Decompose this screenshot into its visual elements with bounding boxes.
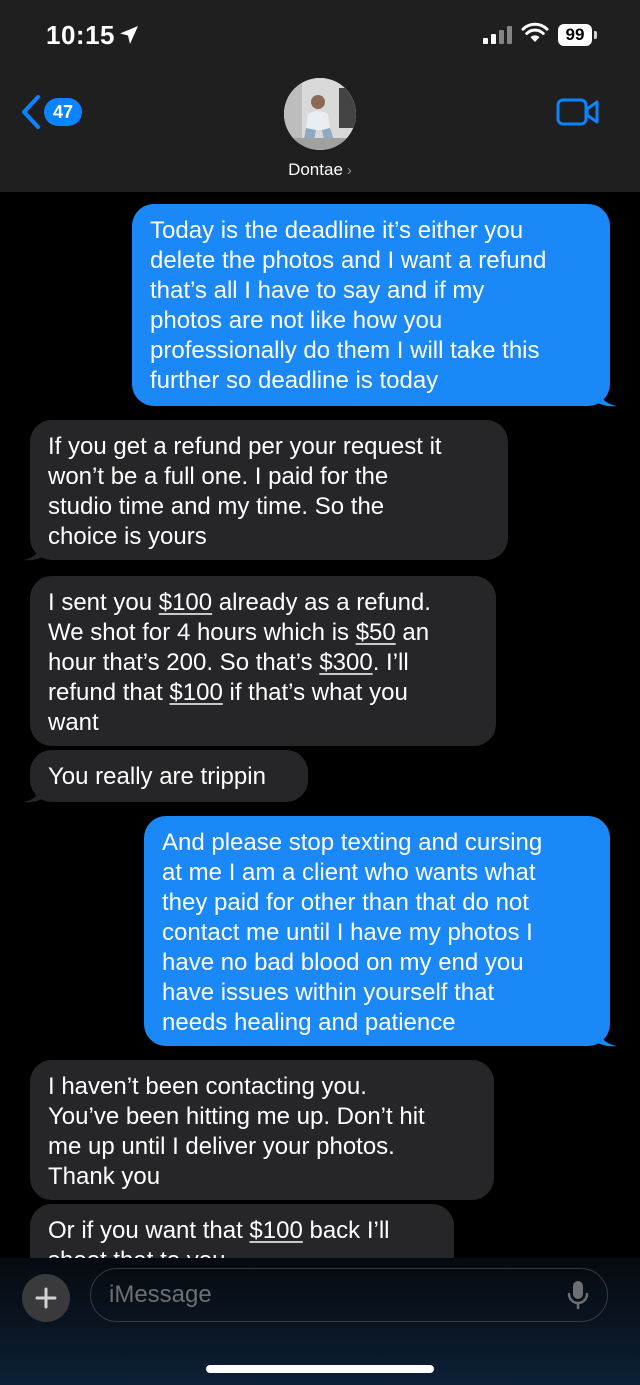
battery-icon: 99 — [558, 24, 597, 46]
bubble-tail — [23, 784, 44, 803]
status-time: 10:15 — [46, 20, 115, 50]
apps-plus-button[interactable] — [22, 1274, 70, 1322]
money-amount-link[interactable]: $100 — [169, 679, 222, 706]
message-line: And please stop texting and cursing — [162, 829, 543, 856]
bubble-tail — [596, 1028, 617, 1047]
message-line: professionally do them I will take this — [150, 337, 540, 364]
bubble-tail — [596, 388, 617, 407]
message-line: We shot for 4 hours which is $50 an — [48, 619, 430, 646]
video-camera-icon[interactable] — [556, 98, 600, 126]
message-line: Thank you — [48, 1163, 161, 1190]
message-line: You really are trippin — [48, 763, 266, 790]
back-chevron-icon — [22, 95, 40, 129]
message-line: that’s all I have to say and if my — [150, 277, 485, 304]
avatar[interactable] — [284, 78, 356, 150]
unread-count-badge: 47 — [44, 98, 82, 126]
location-arrow-icon — [120, 26, 138, 44]
message-line: You’ve been hitting me up. Don’t hit — [48, 1103, 425, 1130]
message-line: choice is yours — [48, 523, 207, 550]
money-amount-link[interactable]: $100 — [159, 589, 212, 616]
home-indicator[interactable] — [206, 1365, 434, 1373]
avatar-photo — [284, 78, 356, 150]
message-input[interactable] — [90, 1268, 608, 1322]
bubble-tail — [23, 542, 44, 561]
message-line: hour that’s 200. So that’s $300. I’ll — [48, 649, 409, 676]
message-line: want — [48, 709, 99, 736]
conversation-header: 10:15 99 47 Dontae › — [0, 0, 640, 192]
contact-name: Dontae — [288, 160, 343, 179]
money-amount-link[interactable]: $100 — [249, 1217, 302, 1244]
message-bubble-outgoing[interactable]: And please stop texting and cursing at m… — [144, 816, 610, 1046]
message-line: studio time and my time. So the — [48, 493, 385, 520]
message-line: delete the photos and I want a refund — [150, 247, 547, 274]
money-amount-link[interactable]: $50 — [356, 619, 396, 646]
wifi-icon — [521, 22, 549, 42]
message-list[interactable]: Today is the deadline it’s either you de… — [0, 192, 640, 1258]
message-line: refund that $100 if that’s what you — [48, 679, 408, 706]
microphone-icon[interactable] — [566, 1280, 590, 1310]
message-bubble-incoming[interactable]: You really are trippin — [30, 750, 308, 802]
message-bubble-incoming[interactable]: If you get a refund per your request it … — [30, 420, 508, 560]
message-line: have issues within yourself that — [162, 979, 495, 1006]
message-line: at me I am a client who wants what — [162, 859, 536, 886]
plus-icon — [35, 1287, 57, 1309]
message-line: Or if you want that $100 back I’ll — [48, 1217, 390, 1244]
message-line: contact me until I have my photos I — [162, 919, 533, 946]
message-bubble-outgoing[interactable]: Today is the deadline it’s either you de… — [132, 204, 610, 406]
signal-icon — [483, 25, 512, 44]
contact-name-button[interactable]: Dontae › — [0, 160, 640, 180]
message-line: have no bad blood on my end you — [162, 949, 524, 976]
chevron-right-icon: › — [346, 162, 352, 179]
message-bubble-incoming[interactable]: I sent you $100 already as a refund. We … — [30, 576, 496, 746]
back-button[interactable]: 47 — [20, 94, 82, 130]
message-bubble-incoming[interactable]: Or if you want that $100 back I’ll shoot… — [30, 1204, 454, 1258]
message-line: further so deadline is today — [150, 367, 439, 394]
message-line: I haven’t been contacting you. — [48, 1073, 367, 1100]
message-line: needs healing and patience — [162, 1009, 456, 1036]
message-line: won’t be a full one. I paid for the — [48, 463, 389, 490]
message-line: me up until I deliver your photos. — [48, 1133, 395, 1160]
message-line: I sent you $100 already as a refund. — [48, 589, 431, 616]
message-line: If you get a refund per your request it — [48, 433, 442, 460]
message-line: photos are not like how you — [150, 307, 443, 334]
money-amount-link[interactable]: $300 — [319, 649, 372, 676]
message-bubble-incoming[interactable]: I haven’t been contacting you. You’ve be… — [30, 1060, 494, 1200]
message-line: Today is the deadline it’s either you — [150, 217, 524, 244]
message-line: shoot that to you — [48, 1246, 436, 1258]
message-line: they paid for other than that do not — [162, 889, 529, 916]
